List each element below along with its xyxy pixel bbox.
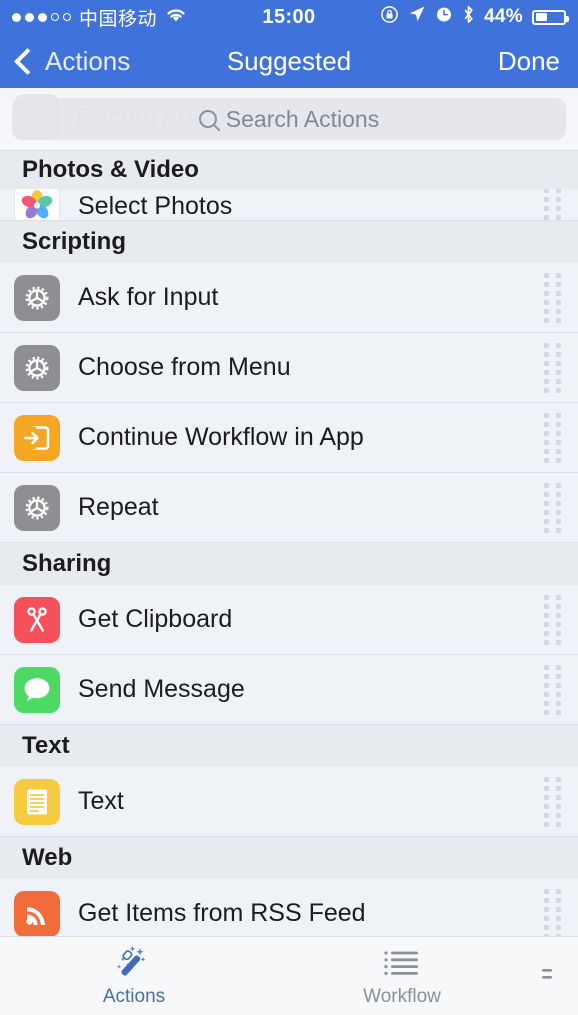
section-header: Web [0, 837, 578, 879]
rss-icon [14, 890, 60, 936]
action-row-label: Continue Workflow in App [78, 423, 364, 451]
partial-tab-icon [542, 957, 568, 995]
action-row[interactable]: Continue Workflow in App [0, 403, 578, 473]
drag-handle-icon[interactable] [544, 776, 562, 827]
nav-bar: Actions Suggested Done [0, 34, 578, 88]
drag-handle-icon[interactable] [544, 272, 562, 323]
carrier-label: 中国移动 [79, 8, 158, 30]
wifi-icon [165, 6, 187, 29]
drag-handle-icon[interactable] [544, 412, 562, 463]
section-header: Scripting [0, 221, 578, 263]
action-row[interactable]: Get Clipboard [0, 585, 578, 655]
section-header: Sharing [0, 543, 578, 585]
drag-handle-icon[interactable] [544, 888, 562, 936]
section-header-label: Text [22, 732, 70, 759]
document-lines-icon [14, 778, 60, 825]
alarm-clock-icon [435, 5, 453, 29]
section-header: Text [0, 725, 578, 767]
action-row[interactable]: Select Photos [0, 189, 578, 221]
action-row-label: Choose from Menu [78, 353, 291, 381]
chevron-left-icon [14, 47, 41, 75]
tab-workflow-label: Workflow [363, 986, 441, 1007]
section-header-label: Scripting [22, 228, 127, 255]
drag-handle-icon[interactable] [544, 482, 562, 533]
done-button[interactable]: Done [498, 46, 560, 77]
tab-workflow[interactable]: Workflow [268, 937, 536, 1015]
drag-handle-icon[interactable] [544, 664, 562, 715]
action-row[interactable]: Repeat [0, 473, 578, 543]
tab-actions-label: Actions [102, 986, 166, 1007]
tab-bar: Actions Workflow [0, 936, 578, 1015]
gear-icon [14, 274, 60, 321]
back-button[interactable]: Actions [14, 45, 131, 77]
action-row-label: Get Items from RSS Feed [78, 899, 366, 927]
search-placeholder: Search Actions [225, 105, 380, 132]
action-row[interactable]: Choose from Menu [0, 333, 578, 403]
action-row[interactable]: Text [0, 767, 578, 837]
action-row-label: Select Photos [78, 191, 233, 220]
action-row[interactable]: Ask for Input [0, 263, 578, 333]
photos-app-icon [14, 189, 60, 220]
status-bar: 中国移动 15:00 44% [0, 0, 578, 34]
search-input[interactable]: Search Actions [12, 98, 566, 140]
arrow-into-box-icon [14, 414, 60, 461]
action-row-label: Ask for Input [78, 283, 219, 311]
section-header-label: Web [22, 844, 73, 871]
action-row-label: Repeat [78, 493, 159, 521]
message-bubble-icon [14, 666, 60, 713]
action-row-label: Send Message [78, 675, 245, 703]
action-row[interactable]: Send Message [0, 655, 578, 725]
tab-partial-offscreen[interactable] [536, 937, 578, 1015]
back-button-label: Actions [45, 45, 131, 76]
list-lines-icon [381, 944, 423, 982]
search-bar-container: Record Audio Search Actions [0, 88, 578, 151]
search-icon [198, 110, 217, 128]
drag-handle-icon[interactable] [544, 342, 562, 393]
status-bar-left: 中国移动 [12, 4, 187, 31]
bluetooth-icon [462, 5, 475, 30]
location-arrow-icon [408, 5, 426, 29]
rotation-lock-icon [380, 5, 399, 30]
status-bar-right: 44% [380, 5, 569, 30]
actions-list[interactable]: Photos & Video Select Photos Scripting A… [0, 151, 578, 936]
section-header: Photos & Video [0, 151, 578, 189]
action-row[interactable]: Get Items from RSS Feed [0, 879, 578, 936]
action-row-label: Get Clipboard [78, 605, 233, 633]
magic-wand-icon [112, 944, 156, 982]
battery-percent-label: 44% [484, 6, 523, 27]
gear-icon [14, 344, 60, 391]
app-screen: 中国移动 15:00 44% Actions Suggested Done Se… [0, 0, 578, 1015]
signal-strength-icon [12, 12, 71, 22]
action-row-label: Text [78, 787, 124, 815]
drag-handle-icon[interactable] [544, 594, 562, 645]
battery-icon [532, 9, 569, 25]
scissors-icon [14, 596, 60, 643]
gear-icon [14, 484, 60, 531]
tab-actions[interactable]: Actions [0, 937, 268, 1015]
section-header-label: Sharing [22, 550, 112, 577]
section-header-label: Photos & Video [22, 156, 199, 183]
drag-handle-icon[interactable] [544, 189, 562, 220]
